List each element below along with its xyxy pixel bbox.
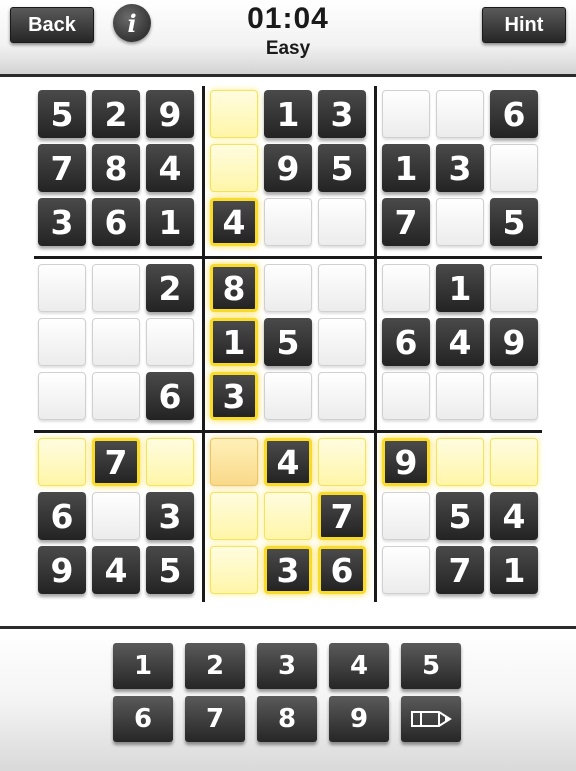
cell-r6-c9[interactable] — [490, 372, 538, 420]
block-divider-horizontal — [34, 430, 542, 433]
key-7[interactable]: 7 — [185, 696, 245, 742]
cell-r3-c6[interactable] — [318, 198, 366, 246]
cell-r4-c9[interactable] — [490, 264, 538, 312]
cell-r9-c8[interactable]: 7 — [436, 546, 484, 594]
block-divider-horizontal — [34, 256, 542, 259]
cell-r8-c5[interactable] — [264, 492, 312, 540]
key-1[interactable]: 1 — [113, 643, 173, 689]
cell-r5-c8[interactable]: 4 — [436, 318, 484, 366]
cell-r3-c4[interactable]: 4 — [210, 198, 258, 246]
cell-r1-c3[interactable]: 9 — [146, 90, 194, 138]
cell-r6-c6[interactable] — [318, 372, 366, 420]
cell-r2-c7[interactable]: 1 — [382, 144, 430, 192]
top-bar: Back i 01:04 Easy Hint — [0, 0, 576, 77]
cell-r4-c7[interactable] — [382, 264, 430, 312]
cell-r8-c3[interactable]: 3 — [146, 492, 194, 540]
cell-r2-c3[interactable]: 4 — [146, 144, 194, 192]
cell-r7-c7[interactable]: 9 — [382, 438, 430, 486]
cell-r8-c4[interactable] — [210, 492, 258, 540]
cell-r4-c3[interactable]: 2 — [146, 264, 194, 312]
cell-r8-c2[interactable] — [92, 492, 140, 540]
key-6[interactable]: 6 — [113, 696, 173, 742]
block-divider-vertical — [202, 86, 205, 602]
cell-r8-c1[interactable]: 6 — [38, 492, 86, 540]
cell-r4-c4[interactable]: 8 — [210, 264, 258, 312]
cell-r1-c8[interactable] — [436, 90, 484, 138]
cell-r5-c3[interactable] — [146, 318, 194, 366]
cell-r7-c1[interactable] — [38, 438, 86, 486]
cell-r9-c5[interactable]: 3 — [264, 546, 312, 594]
cell-r8-c6[interactable]: 7 — [318, 492, 366, 540]
cell-r8-c9[interactable]: 4 — [490, 492, 538, 540]
cell-r6-c4[interactable]: 3 — [210, 372, 258, 420]
cell-r4-c5[interactable] — [264, 264, 312, 312]
key-2[interactable]: 2 — [185, 643, 245, 689]
cell-r9-c3[interactable]: 5 — [146, 546, 194, 594]
cell-r8-c7[interactable] — [382, 492, 430, 540]
cell-r9-c1[interactable]: 9 — [38, 546, 86, 594]
cell-r2-c2[interactable]: 8 — [92, 144, 140, 192]
cell-r1-c2[interactable]: 2 — [92, 90, 140, 138]
cell-r2-c8[interactable]: 3 — [436, 144, 484, 192]
cell-r3-c8[interactable] — [436, 198, 484, 246]
cell-r2-c6[interactable]: 5 — [318, 144, 366, 192]
cell-r9-c2[interactable]: 4 — [92, 546, 140, 594]
hint-button[interactable]: Hint — [482, 7, 566, 43]
cell-r4-c8[interactable]: 1 — [436, 264, 484, 312]
pencil-icon[interactable] — [401, 696, 461, 742]
cell-r3-c2[interactable]: 6 — [92, 198, 140, 246]
cell-r6-c5[interactable] — [264, 372, 312, 420]
cell-r1-c9[interactable]: 6 — [490, 90, 538, 138]
cell-r6-c8[interactable] — [436, 372, 484, 420]
sudoku-board: 5291367849513361475281156496374963754945… — [32, 84, 544, 604]
cell-r4-c1[interactable] — [38, 264, 86, 312]
key-9[interactable]: 9 — [329, 696, 389, 742]
cell-r3-c7[interactable]: 7 — [382, 198, 430, 246]
cell-r6-c3[interactable]: 6 — [146, 372, 194, 420]
cell-r1-c7[interactable] — [382, 90, 430, 138]
cell-r3-c3[interactable]: 1 — [146, 198, 194, 246]
number-keypad: 12345 6789 — [0, 626, 576, 771]
cell-r1-c6[interactable]: 3 — [318, 90, 366, 138]
block-divider-vertical — [374, 86, 377, 602]
cell-r1-c4[interactable] — [210, 90, 258, 138]
cell-r7-c5[interactable]: 4 — [264, 438, 312, 486]
cell-r7-c8[interactable] — [436, 438, 484, 486]
cell-r7-c4[interactable] — [210, 438, 258, 486]
cell-r1-c5[interactable]: 1 — [264, 90, 312, 138]
cell-r9-c7[interactable] — [382, 546, 430, 594]
key-5[interactable]: 5 — [401, 643, 461, 689]
key-4[interactable]: 4 — [329, 643, 389, 689]
cell-r5-c9[interactable]: 9 — [490, 318, 538, 366]
cell-r1-c1[interactable]: 5 — [38, 90, 86, 138]
cell-r9-c9[interactable]: 1 — [490, 546, 538, 594]
cell-r3-c1[interactable]: 3 — [38, 198, 86, 246]
cell-r2-c4[interactable] — [210, 144, 258, 192]
cell-r7-c6[interactable] — [318, 438, 366, 486]
cell-r9-c6[interactable]: 6 — [318, 546, 366, 594]
cell-r5-c2[interactable] — [92, 318, 140, 366]
cell-r5-c7[interactable]: 6 — [382, 318, 430, 366]
cell-r5-c4[interactable]: 1 — [210, 318, 258, 366]
cell-r7-c3[interactable] — [146, 438, 194, 486]
cell-r5-c1[interactable] — [38, 318, 86, 366]
key-8[interactable]: 8 — [257, 696, 317, 742]
cell-r3-c5[interactable] — [264, 198, 312, 246]
cell-r6-c1[interactable] — [38, 372, 86, 420]
cell-r4-c2[interactable] — [92, 264, 140, 312]
cell-r9-c4[interactable] — [210, 546, 258, 594]
cell-r7-c9[interactable] — [490, 438, 538, 486]
cell-r2-c5[interactable]: 9 — [264, 144, 312, 192]
cell-r8-c8[interactable]: 5 — [436, 492, 484, 540]
cell-r4-c6[interactable] — [318, 264, 366, 312]
cell-r2-c1[interactable]: 7 — [38, 144, 86, 192]
cell-r6-c2[interactable] — [92, 372, 140, 420]
cell-r7-c2[interactable]: 7 — [92, 438, 140, 486]
key-3[interactable]: 3 — [257, 643, 317, 689]
cell-r2-c9[interactable] — [490, 144, 538, 192]
cell-r5-c5[interactable]: 5 — [264, 318, 312, 366]
cell-r5-c6[interactable] — [318, 318, 366, 366]
cell-r6-c7[interactable] — [382, 372, 430, 420]
cell-r3-c9[interactable]: 5 — [490, 198, 538, 246]
